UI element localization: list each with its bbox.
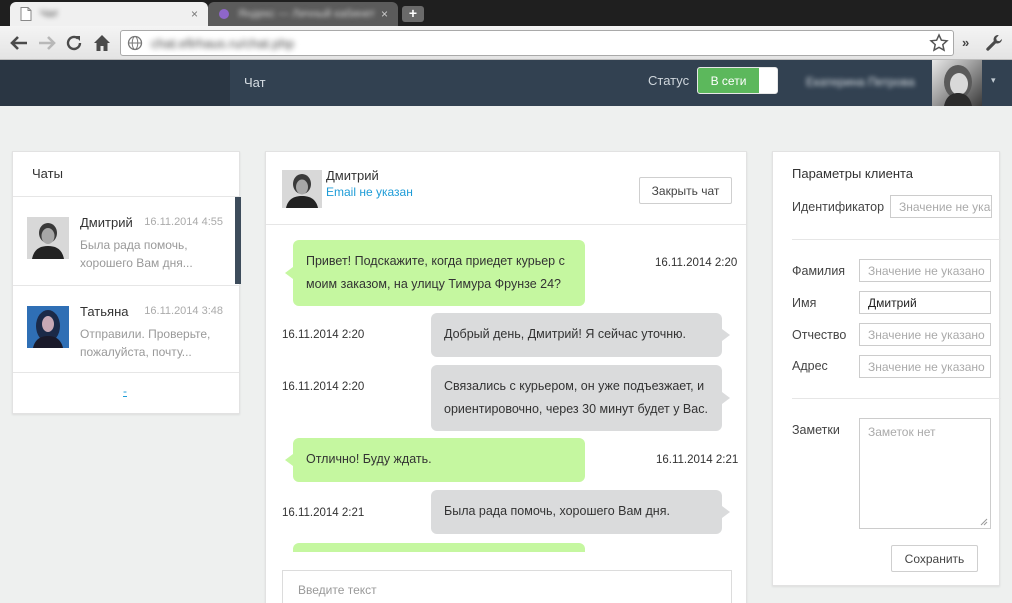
notes-textarea[interactable]: Заметок нет xyxy=(859,418,991,529)
divider xyxy=(792,239,1001,240)
chat-contact-name: Татьяна xyxy=(80,304,129,319)
url-text: chat.efirhaus.ru/chat.php xyxy=(151,35,295,51)
divider xyxy=(792,398,1001,399)
message-text: моим заказом, на улицу Тимура Фрунзе 24? xyxy=(306,277,562,291)
home-button[interactable] xyxy=(91,32,113,54)
close-tab-icon[interactable]: × xyxy=(381,7,388,21)
nav-chat-link[interactable]: Чат xyxy=(244,75,266,90)
save-button[interactable]: Сохранить xyxy=(891,545,978,572)
browser-tab-bar: Чат × Яндекс — Личный кабинет × + xyxy=(0,0,1012,26)
message-bubble-operator: Связались с курьером, он уже подъезжает,… xyxy=(431,365,730,431)
message-text: Была рада помочь, хорошего Вам дня. xyxy=(444,504,670,518)
close-chat-button[interactable]: Закрыть чат xyxy=(639,177,732,204)
chat-list-item[interactable]: Татьяна 16.11.2014 3:48 Отправили. Прове… xyxy=(13,285,241,373)
home-icon xyxy=(94,35,110,51)
chat-preview: Была рада помочь, хорошего Вам дня... xyxy=(80,238,193,270)
forward-button[interactable] xyxy=(36,32,58,54)
avatar xyxy=(27,217,69,259)
id-label: Идентификатор xyxy=(792,200,885,214)
divider xyxy=(13,372,239,373)
new-tab-button[interactable]: + xyxy=(402,6,424,22)
message-text: Добрый день, Дмитрий! Я сейчас уточню. xyxy=(444,327,686,341)
tab-title: Чат xyxy=(40,8,59,20)
extensions-chevron[interactable]: » xyxy=(962,35,969,50)
site-favicon-icon xyxy=(219,9,229,19)
message-bubble-client xyxy=(293,543,585,552)
avatar-photo xyxy=(944,65,972,106)
message-input[interactable]: Введите текст xyxy=(282,570,732,603)
message-time: 16.11.2014 2:20 xyxy=(655,257,738,269)
message-bubble-client: Отлично! Буду ждать. xyxy=(285,438,585,482)
header-logo-area xyxy=(0,60,230,106)
message-text: Привет! Подскажите, когда приедет курьер… xyxy=(306,254,565,268)
arrow-right-icon xyxy=(39,36,56,50)
message-time: 16.11.2014 2:20 xyxy=(282,329,365,341)
chat-preview: Отправили. Проверьте, пожалуйста, почту.… xyxy=(80,327,211,359)
avatar xyxy=(27,306,69,348)
back-button[interactable] xyxy=(8,32,30,54)
message-bubble-client: Привет! Подскажите, когда приедет курьер… xyxy=(285,240,585,306)
browser-tab-active[interactable]: Чат × xyxy=(10,2,208,26)
status-label: Статус xyxy=(648,73,690,88)
message-list[interactable]: Привет! Подскажите, когда приедет курьер… xyxy=(266,225,746,552)
message-time: 16.11.2014 2:21 xyxy=(656,454,739,466)
conversation-panel: Дмитрий Email не указан Закрыть чат Прив… xyxy=(265,151,747,603)
message-text: ориентировочно, через 30 минут будет у В… xyxy=(444,402,708,416)
user-menu-caret-icon[interactable]: ▾ xyxy=(991,75,996,86)
patronymic-label: Отчество xyxy=(792,328,847,342)
patronymic-field[interactable]: Значение не указано xyxy=(859,323,991,346)
client-params-panel: Параметры клиента Идентификатор Значение… xyxy=(772,151,1001,586)
id-field[interactable]: Значение не указано xyxy=(890,195,992,218)
notes-placeholder: Заметок нет xyxy=(868,425,936,439)
surname-field[interactable]: Значение не указано xyxy=(859,259,991,282)
arrow-left-icon xyxy=(10,36,27,50)
client-params-title: Параметры клиента xyxy=(792,166,914,181)
chat-time: 16.11.2014 3:48 xyxy=(144,305,223,317)
name-label: Имя xyxy=(792,296,817,310)
resize-grip-icon[interactable] xyxy=(980,518,988,526)
browser-toolbar: chat.efirhaus.ru/chat.php » xyxy=(0,26,1012,60)
message-text: Связались с курьером, он уже подъезжает,… xyxy=(444,379,705,393)
wrench-icon[interactable] xyxy=(984,33,1004,53)
address-field[interactable]: Значение не указано xyxy=(859,355,991,378)
status-toggle[interactable]: В сети xyxy=(697,67,778,94)
reload-button[interactable] xyxy=(63,32,85,54)
conversation-contact-name: Дмитрий xyxy=(326,168,379,183)
avatar xyxy=(282,170,322,208)
user-name[interactable]: Екатерина Петрова xyxy=(806,75,915,89)
message-time: 16.11.2014 2:20 xyxy=(282,381,365,393)
chats-panel: Чаты Дмитрий 16.11.2014 4:55 Была рада п… xyxy=(12,151,241,414)
address-label: Адрес xyxy=(792,359,828,373)
tab-title: Яндекс — Личный кабинет xyxy=(238,8,375,20)
status-online: В сети xyxy=(698,68,759,93)
page-icon xyxy=(20,7,32,21)
message-text: Отлично! Буду ждать. xyxy=(306,452,432,466)
chat-time: 16.11.2014 4:55 xyxy=(144,216,223,228)
name-field[interactable]: Дмитрий xyxy=(859,291,991,314)
browser-tab-inactive[interactable]: Яндекс — Личный кабинет × xyxy=(208,2,398,26)
notes-label: Заметки xyxy=(792,423,840,437)
chats-title: Чаты xyxy=(32,166,63,181)
close-tab-icon[interactable]: × xyxy=(191,7,198,21)
reload-icon xyxy=(66,35,82,51)
message-time: 16.11.2014 2:21 xyxy=(282,507,365,519)
bookmark-star-icon[interactable] xyxy=(929,33,949,53)
load-more-link[interactable]: - xyxy=(123,384,127,398)
globe-icon xyxy=(127,35,143,51)
user-avatar[interactable] xyxy=(932,60,982,106)
chat-contact-name: Дмитрий xyxy=(80,215,133,230)
app-header: Чат Статус В сети Екатерина Петрова ▾ xyxy=(0,60,1012,106)
message-bubble-operator: Добрый день, Дмитрий! Я сейчас уточню. xyxy=(431,313,730,357)
conversation-contact-email[interactable]: Email не указан xyxy=(326,185,413,199)
active-chat-indicator xyxy=(235,197,241,284)
message-bubble-operator: Была рада помочь, хорошего Вам дня. xyxy=(431,490,730,534)
surname-label: Фамилия xyxy=(792,264,846,278)
address-bar[interactable]: chat.efirhaus.ru/chat.php xyxy=(120,30,954,56)
chat-list-item[interactable]: Дмитрий 16.11.2014 4:55 Была рада помочь… xyxy=(13,197,241,285)
